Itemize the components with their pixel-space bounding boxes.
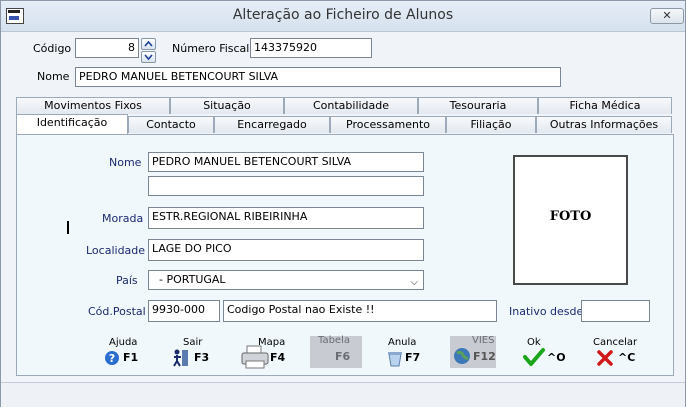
exit-icon — [173, 349, 188, 367]
tab-identificacao[interactable]: Identificação — [16, 114, 128, 134]
delete-icon — [388, 352, 402, 367]
check-icon — [523, 348, 545, 366]
mapa-key: F4 — [270, 351, 286, 364]
tab-situacao[interactable]: Situação — [170, 97, 284, 114]
cod-postal-desc: Codigo Postal nao Existe !! — [223, 300, 497, 322]
codigo-spinner[interactable] — [141, 38, 156, 63]
tab-processamento[interactable]: Processamento — [330, 116, 446, 133]
ok-button[interactable]: Ok ^O — [523, 336, 571, 370]
cod-postal-label: Cód.Postal — [88, 305, 146, 318]
nome-line2-input[interactable] — [148, 176, 424, 196]
help-icon: ? — [105, 351, 119, 365]
vies-label: VIES — [472, 335, 495, 346]
localidade-label: Localidade — [86, 244, 146, 257]
tabela-button[interactable]: Tabela F6 — [310, 335, 362, 368]
sair-button[interactable]: Sair F3 — [169, 336, 217, 370]
printer-icon — [241, 345, 269, 369]
codigo-input[interactable]: 8 — [75, 38, 139, 58]
vies-button[interactable]: VIES F12 — [450, 335, 496, 368]
morada-label: Morada — [102, 212, 144, 225]
photo-frame[interactable]: FOTO — [513, 155, 628, 285]
cod-postal-input[interactable]: 9930-000 — [148, 300, 220, 322]
tab-filiacao[interactable]: Filiação — [446, 116, 536, 133]
window-title: Alteração ao Ficheiro de Alunos — [232, 7, 454, 23]
cancelar-key: ^C — [618, 351, 636, 364]
tab-outras-informacoes[interactable]: Outras Informações — [536, 116, 672, 133]
numero-fiscal-label: Número Fiscal — [172, 42, 250, 55]
anula-button[interactable]: Anula F7 — [384, 336, 432, 370]
ajuda-label: Ajuda — [109, 337, 138, 348]
text-cursor-icon — [67, 221, 69, 234]
cancel-icon — [597, 350, 613, 366]
sair-label: Sair — [183, 337, 203, 348]
inativo-desde-label: Inativo desde — [509, 305, 584, 318]
spin-up-icon[interactable] — [141, 38, 156, 50]
cancelar-label: Cancelar — [593, 337, 638, 348]
ajuda-button[interactable]: Ajuda ? F1 — [101, 336, 149, 370]
localidade-input[interactable]: LAGE DO PICO — [148, 239, 424, 261]
sair-key: F3 — [194, 351, 210, 364]
chevron-down-icon[interactable]: ⌵ — [410, 274, 418, 289]
spin-down-icon[interactable] — [141, 51, 156, 63]
tab-movimentos-fixos[interactable]: Movimentos Fixos — [16, 97, 170, 114]
globe-icon — [454, 348, 470, 364]
nome-input[interactable]: PEDRO MANUEL BETENCOURT SILVA — [148, 152, 424, 172]
tab-encarregado[interactable]: Encarregado — [214, 116, 330, 133]
nome-header-input[interactable]: PEDRO MANUEL BETENCOURT SILVA — [75, 67, 561, 87]
ajuda-key: F1 — [123, 351, 139, 364]
codigo-label: Código — [33, 42, 72, 55]
pais-value: - PORTUGAL — [152, 273, 226, 286]
tab-contabilidade[interactable]: Contabilidade — [284, 97, 418, 114]
anula-key: F7 — [405, 351, 421, 364]
main-window: Alteração ao Ficheiro de Alunos ✕ Código… — [0, 0, 686, 407]
svg-text:?: ? — [109, 352, 115, 365]
tabela-key: F6 — [335, 350, 351, 363]
tab-tesouraria[interactable]: Tesouraria — [418, 97, 538, 114]
morada-input[interactable]: ESTR.REGIONAL RIBEIRINHA — [148, 207, 424, 229]
tabela-label: Tabela — [318, 335, 350, 346]
pais-label: País — [116, 274, 138, 287]
nome-header-label: Nome — [37, 70, 70, 83]
vies-key: F12 — [473, 350, 496, 363]
close-button[interactable]: ✕ — [650, 8, 684, 24]
tab-contacto[interactable]: Contacto — [128, 116, 214, 133]
pais-select[interactable]: - PORTUGAL ⌵ — [148, 270, 424, 290]
nome-label: Nome — [109, 156, 142, 169]
tab-ficha-medica[interactable]: Ficha Médica — [538, 97, 672, 114]
cancelar-button[interactable]: Cancelar ^C — [593, 336, 645, 370]
anula-label: Anula — [388, 337, 417, 348]
ok-key: ^O — [547, 351, 566, 364]
title-bar: Alteração ao Ficheiro de Alunos ✕ — [1, 1, 685, 32]
numero-fiscal-input[interactable]: 143375920 — [250, 38, 372, 58]
status-bar — [1, 382, 685, 407]
inativo-desde-input[interactable] — [581, 300, 650, 322]
foto-label: FOTO — [549, 209, 592, 224]
mapa-button[interactable]: Mapa F4 — [239, 336, 289, 370]
